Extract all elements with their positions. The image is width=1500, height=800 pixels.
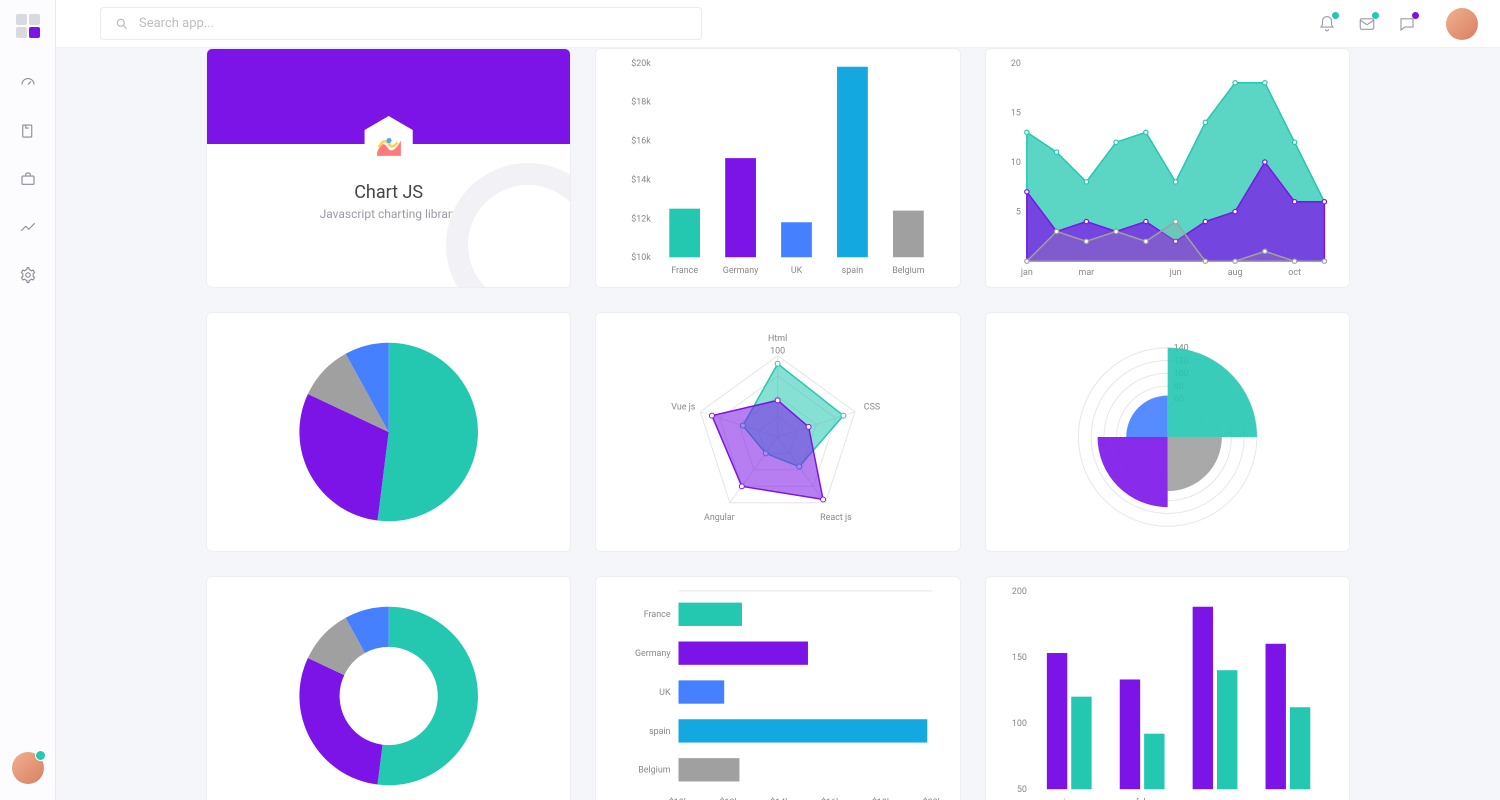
svg-text:Html: Html <box>768 334 787 344</box>
bell-badge <box>1332 12 1339 19</box>
svg-text:15: 15 <box>1011 108 1021 118</box>
svg-text:Angular: Angular <box>704 513 735 523</box>
svg-text:spain: spain <box>842 266 864 276</box>
area-chart-card: 5 10 15 20 jan mar jun aug oct <box>985 48 1350 288</box>
svg-text:jun: jun <box>1168 268 1181 278</box>
intro-card: Chart JS Javascript charting library <box>206 48 571 288</box>
svg-text:Belgium: Belgium <box>893 266 926 276</box>
donut-chart <box>207 577 570 800</box>
svg-text:mar: mar <box>1078 268 1094 278</box>
svg-text:$20k: $20k <box>632 58 652 69</box>
svg-text:$18k: $18k <box>632 97 652 108</box>
intro-title: Chart JS <box>354 182 423 203</box>
hbar-chart: FranceGermanyUKspainBelgium$10k$12k$14k$… <box>596 577 959 800</box>
svg-text:Germany: Germany <box>635 649 671 659</box>
bar-chart: $10k $12k $14k $16k $18k $20k France Germany UK s… <box>596 49 959 287</box>
svg-text:Belgium: Belgium <box>639 766 672 776</box>
grouped-bar-chart: 50100150200janfebmarapr <box>986 577 1349 800</box>
side-nav <box>19 74 37 284</box>
gauge-icon[interactable] <box>19 74 37 92</box>
grouped-bar-card: 50100150200janfebmarapr <box>985 576 1350 800</box>
user-avatar[interactable] <box>1446 8 1478 40</box>
svg-text:100: 100 <box>770 347 785 357</box>
search-field[interactable] <box>100 7 702 40</box>
svg-text:France: France <box>672 266 699 276</box>
hbar-chart-card: FranceGermanyUKspainBelgium$10k$12k$14k$… <box>595 576 960 800</box>
messages-button[interactable] <box>1358 15 1376 33</box>
pie-chart <box>207 313 570 551</box>
bar-chart-card: $10k $12k $14k $16k $18k $20k France Germany UK s… <box>595 48 960 288</box>
radar-chart-card: Html CSS React js Angular Vue js 100 <box>595 312 960 552</box>
trend-icon[interactable] <box>19 218 37 236</box>
svg-text:5: 5 <box>1016 208 1021 218</box>
svg-text:React js: React js <box>820 513 852 523</box>
svg-text:50: 50 <box>1016 785 1026 795</box>
svg-text:spain: spain <box>649 727 671 737</box>
svg-text:France: France <box>644 610 671 620</box>
pie-chart-card <box>206 312 571 552</box>
app-logo[interactable] <box>16 14 40 38</box>
svg-text:Vue js: Vue js <box>672 402 697 412</box>
notifications-button[interactable] <box>1318 15 1336 33</box>
search-input[interactable] <box>139 16 687 31</box>
pages-icon[interactable] <box>19 122 37 140</box>
svg-text:$12k: $12k <box>632 213 652 224</box>
main: Chart JS Javascript charting library $10… <box>56 0 1500 800</box>
svg-text:20: 20 <box>1011 59 1021 69</box>
svg-text:UK: UK <box>660 688 672 698</box>
search-icon <box>115 17 129 31</box>
svg-text:aug: aug <box>1227 268 1242 278</box>
radar-chart: Html CSS React js Angular Vue js 100 <box>596 313 959 551</box>
intro-subtitle: Javascript charting library <box>320 207 458 221</box>
mail-badge <box>1372 12 1379 19</box>
svg-text:jan: jan <box>1020 268 1033 278</box>
chat-button[interactable] <box>1398 15 1416 33</box>
svg-text:150: 150 <box>1011 653 1026 663</box>
svg-text:oct: oct <box>1288 268 1301 278</box>
gear-icon[interactable] <box>19 266 37 284</box>
polar-chart: 6080100120140 <box>986 313 1349 551</box>
briefcase-icon[interactable] <box>19 170 37 188</box>
svg-text:10: 10 <box>1011 158 1021 168</box>
content: Chart JS Javascript charting library $10… <box>56 48 1500 800</box>
donut-chart-card <box>206 576 571 800</box>
area-chart: 5 10 15 20 jan mar jun aug oct <box>986 49 1349 287</box>
svg-text:200: 200 <box>1011 587 1026 597</box>
topbar <box>56 0 1500 48</box>
svg-text:CSS: CSS <box>864 402 880 412</box>
svg-text:Germany: Germany <box>723 266 759 276</box>
sidebar-avatar[interactable] <box>12 752 44 784</box>
svg-text:$16k: $16k <box>632 136 652 147</box>
polar-chart-card: 6080100120140 <box>985 312 1350 552</box>
svg-text:UK: UK <box>791 266 803 276</box>
svg-text:$14k: $14k <box>632 174 652 185</box>
chat-badge <box>1412 12 1419 19</box>
svg-text:100: 100 <box>1011 719 1026 729</box>
sidebar <box>0 0 56 800</box>
svg-text:$10k: $10k <box>632 252 652 263</box>
